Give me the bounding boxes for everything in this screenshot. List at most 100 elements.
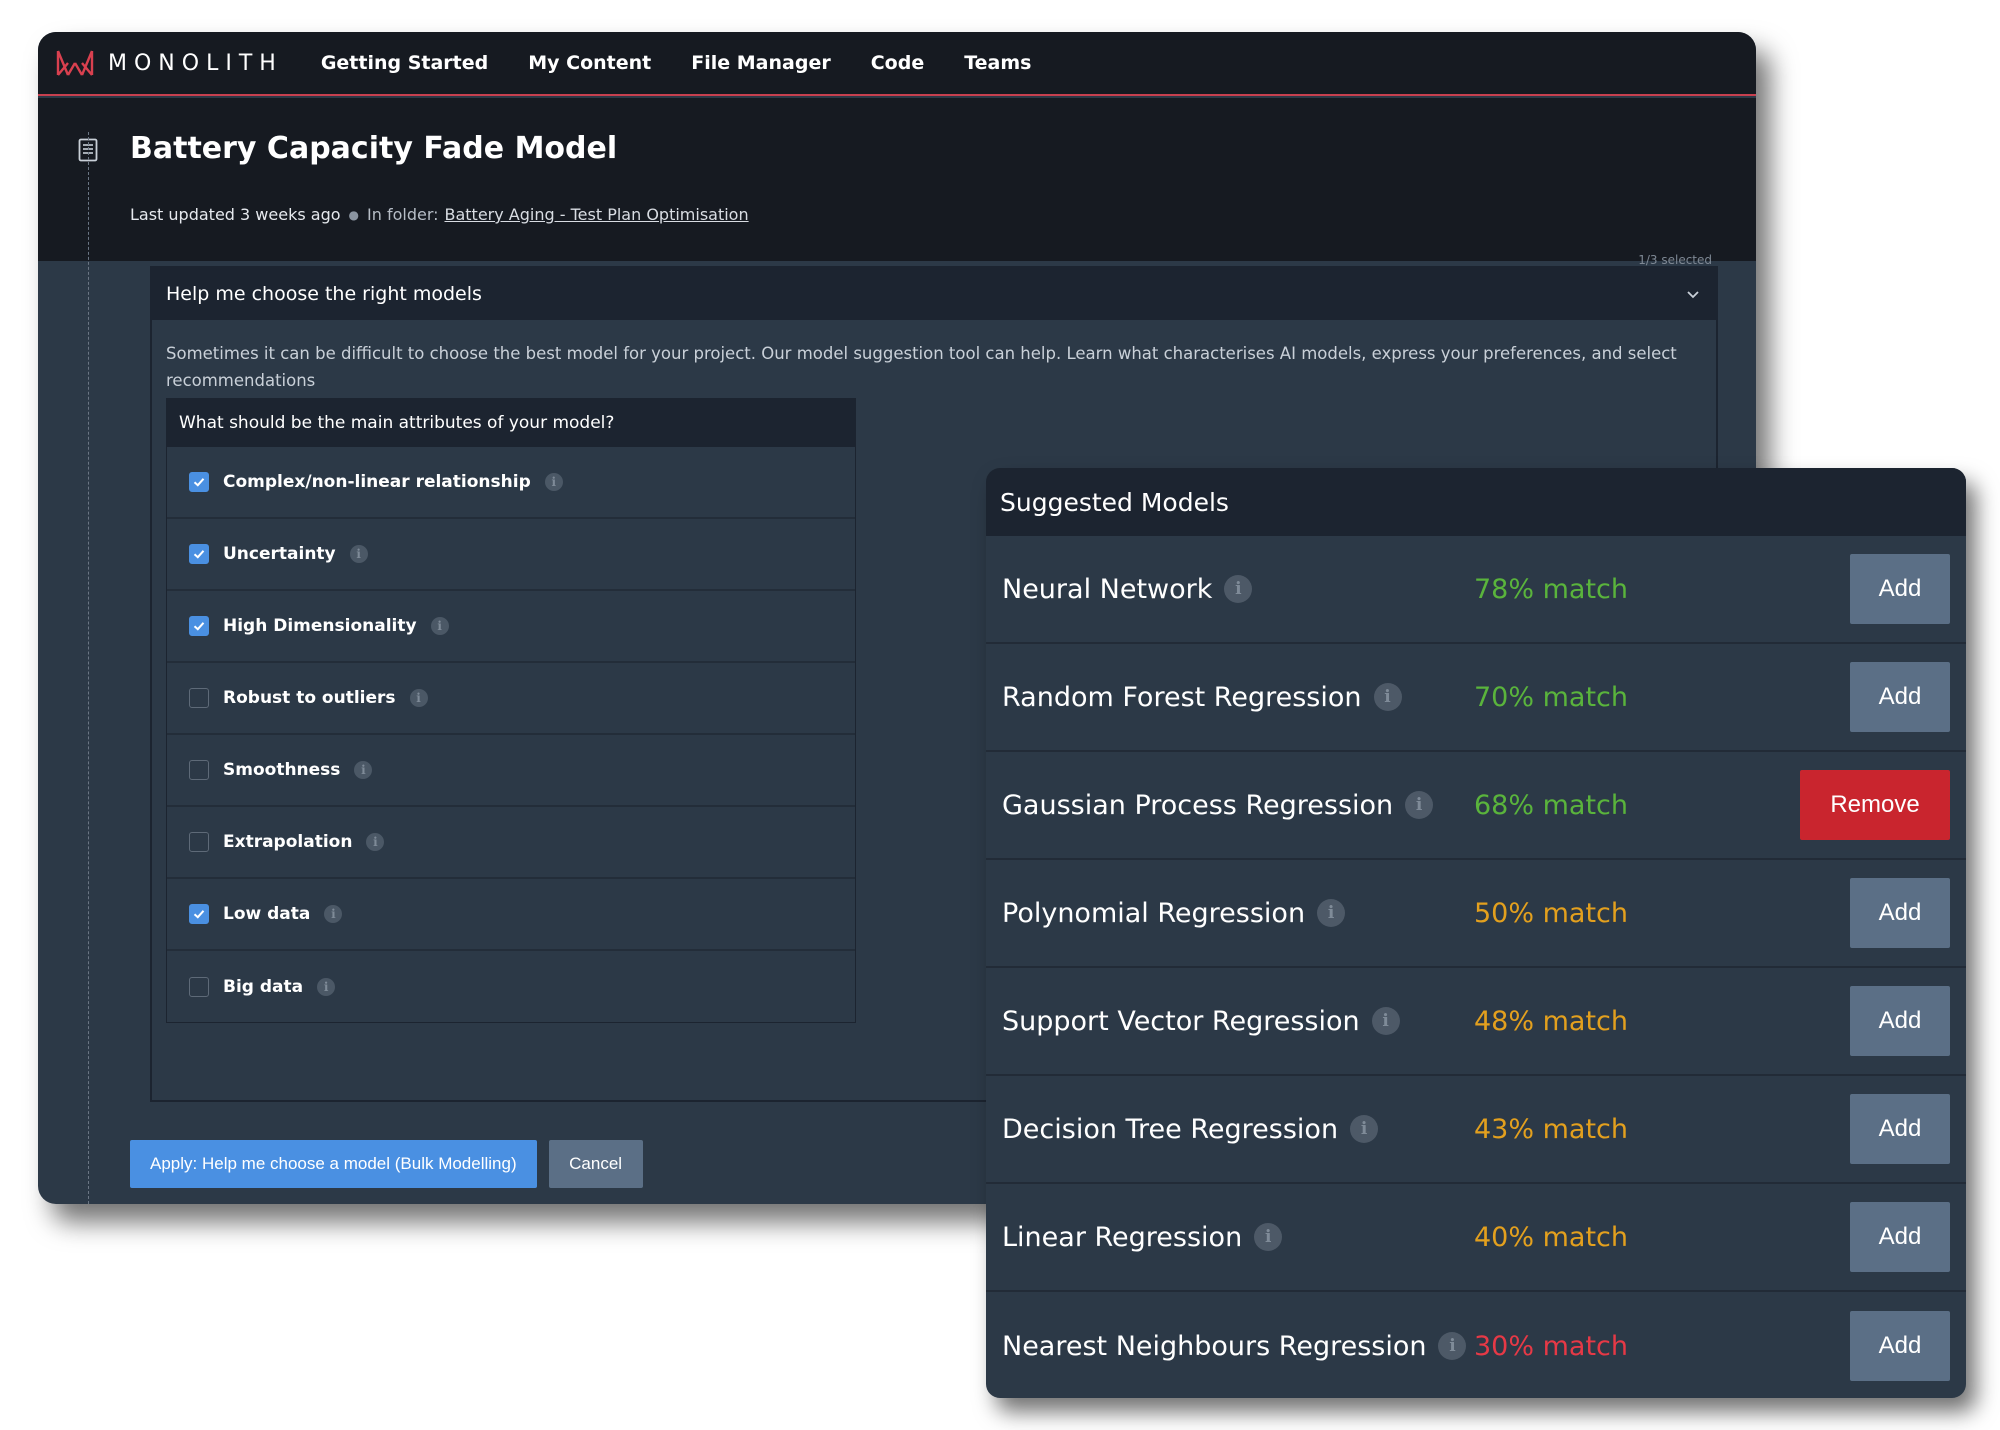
- checkmark-icon: [193, 478, 205, 487]
- info-icon[interactable]: i: [1371, 1007, 1400, 1035]
- suggested-models-panel: Suggested Models Neural Network i 78% matc…: [986, 468, 1966, 1398]
- attribute-label: Low data: [223, 904, 311, 924]
- remove-model-button[interactable]: Remove: [1800, 770, 1950, 840]
- brand-name: MONOLITH: [108, 50, 283, 76]
- add-model-button[interactable]: Add: [1850, 878, 1950, 948]
- attribute-row[interactable]: High Dimensionality i: [167, 591, 855, 663]
- model-name-label: Polynomial Regression: [1002, 897, 1306, 929]
- model-row: Linear Regression i 40% match Add: [986, 1184, 1966, 1292]
- model-name-label: Neural Network: [1002, 573, 1213, 605]
- folder-link[interactable]: Battery Aging - Test Plan Optimisation: [445, 205, 749, 224]
- checkmark-icon: [193, 622, 205, 631]
- accordion-header[interactable]: Help me choose the right models: [152, 268, 1716, 320]
- add-model-button[interactable]: Add: [1850, 554, 1950, 624]
- last-updated: Last updated 3 weeks ago: [130, 205, 341, 224]
- add-model-button[interactable]: Add: [1850, 1202, 1950, 1272]
- timeline-divider: [88, 132, 89, 1204]
- attribute-row[interactable]: Low data i: [167, 879, 855, 951]
- match-score: 70% match: [1474, 681, 1628, 713]
- cancel-button[interactable]: Cancel: [548, 1140, 643, 1188]
- add-model-button[interactable]: Add: [1850, 662, 1950, 732]
- model-name: Polynomial Regression i: [1002, 897, 1346, 929]
- attribute-row[interactable]: Smoothness i: [167, 735, 855, 807]
- model-row: Polynomial Regression i 50% match Add: [986, 860, 1966, 968]
- attribute-checkbox[interactable]: [189, 472, 209, 492]
- model-name: Support Vector Regression i: [1002, 1006, 1400, 1037]
- suggested-models-title: Suggested Models: [986, 468, 1966, 536]
- match-score: 50% match: [1474, 897, 1628, 929]
- attribute-row[interactable]: Extrapolation i: [167, 807, 855, 879]
- match-score: 43% match: [1474, 1113, 1628, 1145]
- info-icon[interactable]: i: [1350, 1115, 1379, 1143]
- attribute-checkbox[interactable]: [189, 977, 209, 997]
- info-icon[interactable]: i: [430, 617, 449, 635]
- info-icon[interactable]: i: [1317, 899, 1346, 927]
- top-navigation: MONOLITH Getting Started My Content File…: [38, 32, 1756, 96]
- attribute-checkbox[interactable]: [189, 616, 209, 636]
- brand-logo[interactable]: MONOLITH: [56, 49, 283, 77]
- nav-getting-started[interactable]: Getting Started: [321, 52, 488, 74]
- model-name: Neural Network i: [1002, 573, 1253, 605]
- info-icon[interactable]: i: [1254, 1223, 1283, 1251]
- model-name-label: Gaussian Process Regression: [1002, 789, 1394, 821]
- attribute-checkbox[interactable]: [189, 544, 209, 564]
- attribute-row[interactable]: Uncertainty i: [167, 519, 855, 591]
- add-model-button[interactable]: Add: [1850, 986, 1950, 1056]
- info-icon[interactable]: i: [1224, 575, 1253, 603]
- attributes-panel: What should be the main attributes of yo…: [166, 398, 856, 1023]
- match-score: 78% match: [1474, 573, 1628, 605]
- attribute-row[interactable]: Big data i: [167, 951, 855, 1023]
- model-name: Random Forest Regression i: [1002, 682, 1402, 713]
- info-icon[interactable]: i: [324, 905, 343, 923]
- info-icon[interactable]: i: [1438, 1332, 1467, 1360]
- attribute-row[interactable]: Robust to outliers i: [167, 663, 855, 735]
- match-score: 48% match: [1474, 1005, 1628, 1037]
- selected-count: 1/3 selected: [1638, 253, 1712, 267]
- accordion-title: Help me choose the right models: [166, 283, 482, 305]
- page-header: Battery Capacity Fade Model Last updated…: [38, 98, 1756, 261]
- attribute-checkbox[interactable]: [189, 688, 209, 708]
- add-model-button[interactable]: Add: [1850, 1094, 1950, 1164]
- accordion-description: Sometimes it can be difficult to choose …: [166, 344, 1677, 390]
- attribute-checkbox[interactable]: [189, 760, 209, 780]
- attribute-checkbox[interactable]: [189, 832, 209, 852]
- model-name: Gaussian Process Regression i: [1002, 789, 1434, 821]
- model-row: Neural Network i 78% match Add: [986, 536, 1966, 644]
- nav-code[interactable]: Code: [871, 52, 924, 74]
- attributes-question: What should be the main attributes of yo…: [167, 399, 855, 447]
- info-icon[interactable]: i: [1373, 683, 1402, 711]
- action-bar: Apply: Help me choose a model (Bulk Mode…: [130, 1140, 643, 1188]
- nav-teams[interactable]: Teams: [964, 52, 1031, 74]
- match-score: 68% match: [1474, 789, 1628, 821]
- attribute-label: Complex/non-linear relationship: [223, 472, 531, 492]
- model-row: Decision Tree Regression i 43% match Add: [986, 1076, 1966, 1184]
- attributes-list: Complex/non-linear relationship i Uncertai…: [167, 447, 855, 1023]
- info-icon[interactable]: i: [1405, 791, 1434, 819]
- attribute-label: Smoothness: [223, 760, 341, 780]
- chevron-down-icon[interactable]: [1684, 285, 1702, 303]
- model-row: Random Forest Regression i 70% match Add: [986, 644, 1966, 752]
- checkmark-icon: [193, 550, 205, 559]
- info-icon[interactable]: i: [354, 761, 373, 779]
- attribute-label: Uncertainty: [223, 544, 336, 564]
- attribute-label: Big data: [223, 977, 304, 997]
- info-icon[interactable]: i: [544, 473, 563, 491]
- info-icon[interactable]: i: [317, 978, 336, 996]
- add-model-button[interactable]: Add: [1850, 1311, 1950, 1381]
- page-title: Battery Capacity Fade Model: [130, 131, 618, 166]
- attribute-row[interactable]: Complex/non-linear relationship i: [167, 447, 855, 519]
- model-row: Nearest Neighbours Regression i 30% match A…: [986, 1292, 1966, 1398]
- info-icon[interactable]: i: [409, 689, 428, 707]
- model-name: Nearest Neighbours Regression i: [1002, 1331, 1467, 1362]
- match-score: 40% match: [1474, 1221, 1628, 1253]
- checkmark-icon: [193, 910, 205, 919]
- info-icon[interactable]: i: [349, 545, 368, 563]
- model-name: Linear Regression i: [1002, 1222, 1283, 1253]
- nav-file-manager[interactable]: File Manager: [691, 52, 830, 74]
- info-icon[interactable]: i: [366, 833, 385, 851]
- nav-my-content[interactable]: My Content: [528, 52, 651, 74]
- model-name-label: Support Vector Regression: [1002, 1005, 1360, 1037]
- match-score: 30% match: [1474, 1330, 1628, 1362]
- attribute-checkbox[interactable]: [189, 904, 209, 924]
- apply-button[interactable]: Apply: Help me choose a model (Bulk Mode…: [130, 1140, 537, 1188]
